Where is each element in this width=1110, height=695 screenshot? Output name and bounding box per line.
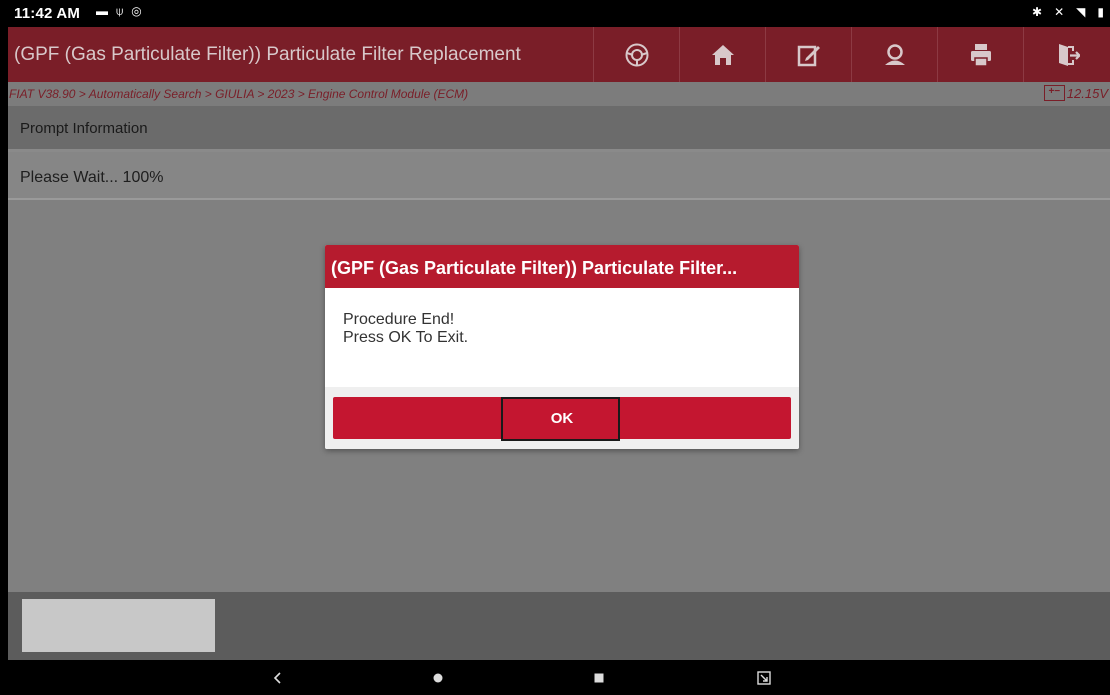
progress-status-row: Please Wait... 100% — [8, 152, 1110, 200]
prompt-header: Prompt Information — [8, 106, 1110, 149]
home-circle-icon — [433, 673, 443, 682]
ok-focus-outline — [501, 397, 620, 441]
screenshot-icon — [757, 670, 771, 685]
dialog-title: (GPF (Gas Particulate Filter)) Particula… — [325, 245, 799, 288]
print-button[interactable] — [937, 27, 1023, 82]
steering-wheel-icon — [625, 43, 648, 66]
usb-icon: ⍦ — [116, 4, 124, 18]
edit-icon — [797, 45, 820, 66]
navigation-bar — [8, 660, 1110, 695]
status-time: 11:42 AM — [14, 5, 81, 22]
bluetooth-icon: ✱ — [1032, 5, 1043, 19]
status-bar: 11:42 AM ▬ ⍦ ◎ ✱ ✕ ◥ ▮ — [8, 0, 1110, 27]
vehicle-button[interactable] — [593, 27, 679, 82]
screenshot-button[interactable] — [744, 660, 784, 695]
breadcrumb: FIAT V38.90 > Automatically Search > GIU… — [9, 87, 469, 101]
wifi-icon: ◥ — [1076, 5, 1086, 19]
home-button[interactable] — [679, 27, 765, 82]
recents-square-icon — [594, 673, 604, 682]
home-icon — [711, 44, 734, 65]
support-button[interactable] — [851, 27, 937, 82]
bottom-placeholder-button[interactable] — [22, 599, 215, 652]
dialog-message-line1: Procedure End! — [343, 311, 455, 328]
tablet-screen: 11:42 AM ▬ ⍦ ◎ ✱ ✕ ◥ ▮ (GPF (Gas Particu… — [8, 0, 1110, 695]
toolbar — [593, 27, 1110, 82]
ok-button[interactable]: OK — [333, 397, 791, 441]
report-button[interactable] — [765, 27, 851, 82]
progress-status-text: Please Wait... 100% — [20, 169, 164, 186]
recents-button[interactable] — [579, 660, 619, 695]
support-icon — [884, 43, 905, 65]
exit-icon — [1058, 43, 1080, 66]
exit-button[interactable] — [1023, 27, 1109, 82]
breadcrumb-bar: FIAT V38.90 > Automatically Search > GIU… — [8, 82, 1110, 106]
car-battery-icon: +− — [1043, 85, 1065, 101]
voltage-indicator: +− 12.15V — [1043, 85, 1108, 101]
mute-icon: ✕ — [1054, 5, 1065, 19]
dialog-footer: OK — [325, 387, 799, 449]
chat-icon: ◎ — [131, 4, 142, 18]
prompt-header-label: Prompt Information — [20, 120, 148, 137]
gallery-icon: ▬ — [96, 4, 108, 18]
dialog-message-line2: Press OK To Exit. — [343, 329, 469, 346]
app-header: (GPF (Gas Particulate Filter)) Particula… — [8, 27, 1110, 82]
back-button[interactable] — [258, 660, 298, 695]
dialog-body: Procedure End! Press OK To Exit. — [325, 288, 799, 387]
procedure-dialog: (GPF (Gas Particulate Filter)) Particula… — [325, 245, 799, 449]
bottom-bar — [8, 592, 1110, 660]
voltage-value: 12.15V — [1066, 85, 1108, 101]
back-icon — [273, 671, 281, 684]
battery-icon: ▮ — [1097, 5, 1104, 19]
print-icon — [970, 43, 991, 67]
page-title: (GPF (Gas Particulate Filter)) Particula… — [14, 44, 521, 65]
home-nav-button[interactable] — [418, 660, 458, 695]
